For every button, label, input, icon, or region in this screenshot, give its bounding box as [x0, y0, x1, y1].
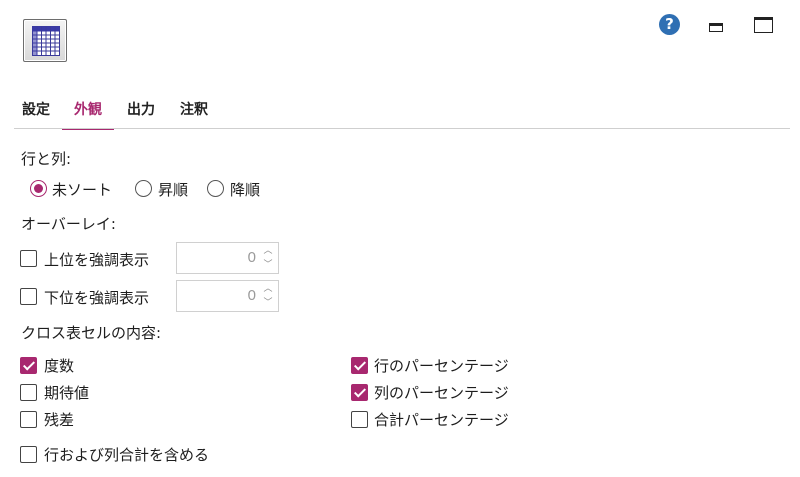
tab-settings[interactable]: 設定	[22, 96, 50, 129]
highlight-bottom-checkbox[interactable]	[20, 288, 37, 305]
chevron-up-icon[interactable]: ︿	[262, 283, 274, 295]
highlight-bottom-value: 0	[247, 287, 256, 304]
highlight-top-label[interactable]: 上位を強調表示	[44, 249, 149, 270]
include-totals-label[interactable]: 行および列合計を含める	[44, 444, 209, 465]
spinner-arrows: ︿ ﹀	[260, 244, 276, 272]
column-percent-checkbox[interactable]	[351, 384, 368, 401]
tab-output[interactable]: 出力	[127, 96, 155, 129]
rows-cols-heading: 行と列:	[21, 150, 72, 168]
spinner-arrows: ︿ ﹀	[260, 282, 276, 310]
app-icon[interactable]	[23, 19, 67, 62]
highlight-top-checkbox[interactable]	[20, 250, 37, 267]
descending-label[interactable]: 降順	[230, 179, 260, 200]
highlight-bottom-spinner[interactable]: 0 ︿ ﹀	[176, 280, 279, 312]
tab-bar: 設定 外観 出力 注釈	[22, 96, 208, 130]
highlight-bottom-label[interactable]: 下位を強調表示	[44, 287, 149, 308]
expected-checkbox[interactable]	[20, 384, 37, 401]
highlight-top-spinner[interactable]: 0 ︿ ﹀	[176, 242, 279, 274]
tab-notes[interactable]: 注釈	[180, 96, 208, 129]
minimize-icon[interactable]	[709, 23, 723, 32]
maximize-icon[interactable]	[754, 17, 773, 33]
total-percent-checkbox[interactable]	[351, 411, 368, 428]
column-percent-label[interactable]: 列のパーセンテージ	[374, 382, 509, 403]
counts-checkbox[interactable]	[20, 357, 37, 374]
unsorted-label[interactable]: 未ソート	[52, 179, 112, 200]
table-grid-icon	[32, 26, 60, 56]
tab-appearance[interactable]: 外観	[62, 96, 114, 130]
chevron-down-icon[interactable]: ﹀	[262, 259, 274, 271]
tab-divider	[14, 128, 790, 129]
chevron-up-icon[interactable]: ︿	[262, 245, 274, 257]
unsorted-radio[interactable]	[30, 180, 47, 197]
chevron-down-icon[interactable]: ﹀	[262, 297, 274, 309]
overlay-heading: オーバーレイ:	[21, 215, 116, 233]
row-percent-checkbox[interactable]	[351, 357, 368, 374]
ascending-label[interactable]: 昇順	[158, 179, 188, 200]
highlight-top-value: 0	[247, 249, 256, 266]
residuals-checkbox[interactable]	[20, 411, 37, 428]
help-icon[interactable]: ?	[659, 14, 680, 35]
ascending-radio[interactable]	[135, 180, 152, 197]
residuals-label[interactable]: 残差	[44, 409, 74, 430]
row-percent-label[interactable]: 行のパーセンテージ	[374, 355, 509, 376]
expected-label[interactable]: 期待値	[44, 382, 89, 403]
total-percent-label[interactable]: 合計パーセンテージ	[374, 409, 509, 430]
include-totals-checkbox[interactable]	[20, 446, 37, 463]
counts-label[interactable]: 度数	[44, 355, 74, 376]
cell-contents-heading: クロス表セルの内容:	[21, 324, 162, 342]
descending-radio[interactable]	[207, 180, 224, 197]
